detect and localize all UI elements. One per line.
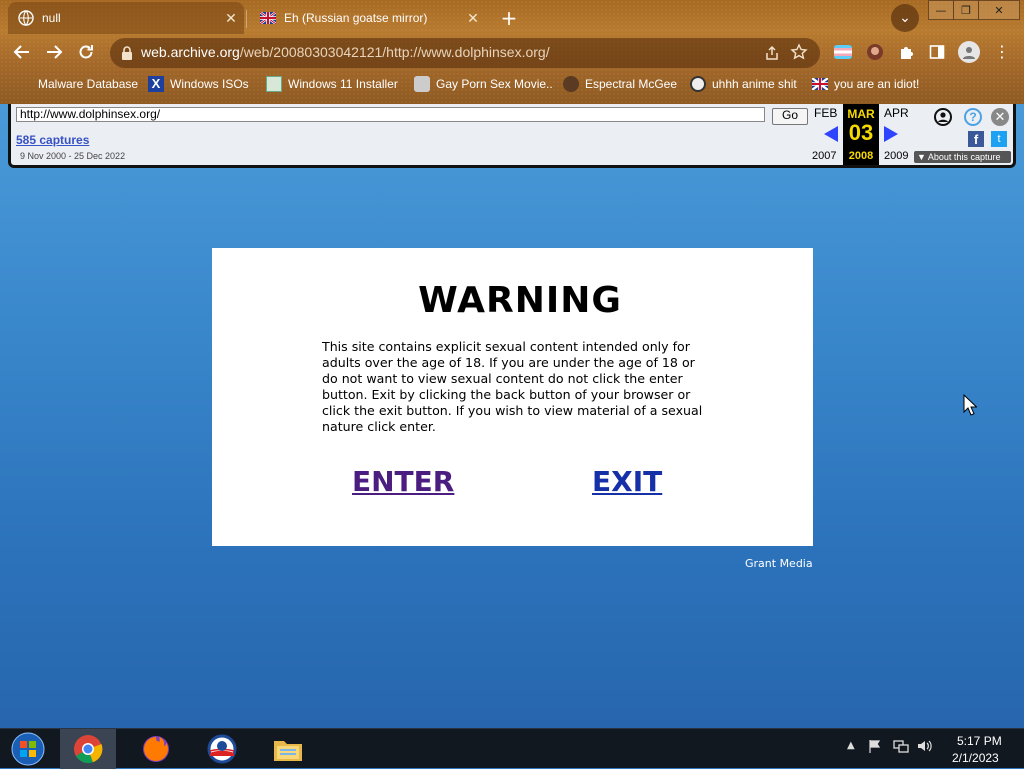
window-close-button[interactable]: ✕ [978,0,1020,20]
avatar-icon [563,76,579,92]
bookmark-label: Windows ISOs [170,77,249,91]
bookmark-you-are-an-idiot[interactable]: you are an idiot! [812,74,919,94]
extensions-puzzle-icon[interactable] [897,43,915,61]
show-hidden-icons-icon[interactable]: ▲ [847,740,855,751]
bookmark-label: Malware Database [38,77,139,91]
close-icon[interactable]: ✕ [464,9,482,27]
folder-icon [274,741,302,761]
share-icon[interactable] [764,45,780,61]
taskbar-explorer[interactable] [260,729,316,769]
next-month-label[interactable]: APR [884,106,909,120]
bookmark-windows-isos[interactable]: X Windows ISOs [148,74,249,94]
tab-divider [246,10,247,28]
prev-month-label[interactable]: FEB [814,106,837,120]
back-button[interactable] [10,40,34,64]
reload-icon [79,45,93,59]
installer-icon [266,76,282,92]
footer-credit: Grant Media [745,557,813,570]
url-host: web.archive.org [141,44,240,60]
bookmark-gay-porn[interactable]: Gay Porn Sex Movie.. [414,74,553,94]
minimize-button[interactable]: — [928,0,954,20]
uk-flag-icon [260,12,276,24]
forward-button[interactable] [42,40,66,64]
next-capture-arrow-icon[interactable] [884,126,898,142]
globe-icon [18,10,34,26]
warning-text: This site contains explicit sexual conte… [322,339,703,434]
volume-icon[interactable] [917,739,933,757]
profile-avatar[interactable] [958,41,980,63]
bookmark-windows-11-installer[interactable]: Windows 11 Installer [266,74,398,94]
clock-date[interactable]: 2/1/2023 [952,751,999,765]
sticker-icon [414,76,430,92]
capture-date-range: 9 Nov 2000 - 25 Dec 2022 [20,151,126,161]
bookmark-label: you are an idiot! [834,77,920,91]
captures-link[interactable]: 585 captures [16,133,89,147]
browser-chrome: null ✕ Eh (Russian goatse mirror) ✕ + ⌄ … [0,0,1024,104]
tab-russian-mirror[interactable]: Eh (Russian goatse mirror) ✕ [250,2,486,34]
star-icon[interactable] [790,43,808,61]
current-month: MAR [847,107,875,121]
url-path: /web/20080303042121/http://www.dolphinse… [239,44,550,60]
user-icon [963,47,975,59]
current-day: 03 [848,120,874,145]
uk-flag-icon [812,78,828,90]
side-panel-icon[interactable] [928,43,946,61]
bookmark-anime[interactable]: uhhh anime shit [690,74,797,94]
wayback-url-input[interactable] [16,107,765,122]
warning-title: WARNING [418,280,622,321]
maximize-button[interactable]: ❐ [953,0,979,20]
start-button[interactable] [4,729,52,769]
extension-avatar-icon[interactable] [866,43,884,61]
new-tab-button[interactable]: + [496,6,522,30]
taskbar-chrome[interactable] [60,729,116,769]
bookmark-espectral-mcgee[interactable]: Espectral McGee [563,74,677,94]
taskbar: ▲ 5:17 PM 2/1/2023 [0,728,1024,769]
mouse-cursor-icon [963,394,977,416]
firefox-icon [143,736,169,762]
tab-null[interactable]: null ✕ [8,2,244,34]
start-orb-icon [11,732,45,766]
url-text: web.archive.org/web/20080303042121/http:… [141,44,550,60]
chrome-icon [74,735,103,764]
reload-button[interactable] [74,40,98,64]
prev-year-label[interactable]: 2007 [812,150,836,162]
tab-title: Eh (Russian goatse mirror) [284,11,428,25]
arrow-left-icon [13,45,29,59]
facebook-icon[interactable]: f [968,131,984,147]
help-icon[interactable]: ? [964,108,982,126]
anime-icon [690,76,706,92]
enter-link[interactable]: ENTER [352,465,454,498]
wayback-go-button[interactable]: Go [772,108,808,125]
wayback-user-icon[interactable] [934,108,952,126]
obama-logo-icon [207,734,237,764]
prev-capture-arrow-icon[interactable] [824,126,838,142]
wayback-close-icon[interactable]: ✕ [991,108,1009,126]
action-center-flag-icon[interactable] [868,739,882,757]
wayback-toolbar: Go 585 captures 9 Nov 2000 - 25 Dec 2022… [8,104,1016,168]
bookmark-malware-database[interactable]: Malware Database [38,74,138,94]
address-bar[interactable]: web.archive.org/web/20080303042121/http:… [110,38,820,68]
network-icon[interactable] [893,739,909,757]
clock-time[interactable]: 5:17 PM [957,734,1002,748]
bookmark-label: Espectral McGee [585,77,678,91]
about-capture-button[interactable]: ▼ About this capture [914,151,1011,163]
x-icon: X [148,76,164,92]
taskbar-firefox[interactable] [128,729,184,769]
current-capture-date: MAR 03 2008 [843,104,879,165]
current-year: 2008 [848,150,874,162]
next-year-label[interactable]: 2009 [884,150,908,162]
bookmark-label: uhhh anime shit [712,77,797,91]
taskbar-ie[interactable] [194,729,250,769]
twitter-icon[interactable]: t [991,131,1007,147]
menu-dots-icon[interactable]: ⋮ [994,42,1010,61]
extension-flag-icon[interactable] [834,43,852,61]
arrow-right-icon [47,45,63,59]
bookmark-label: Gay Porn Sex Movie.. [436,77,553,91]
tab-title: null [42,11,61,25]
lock-icon [122,46,132,60]
tab-search-button[interactable]: ⌄ [891,4,919,32]
exit-link[interactable]: EXIT [592,465,662,498]
bookmark-label: Windows 11 Installer [288,77,398,91]
close-icon[interactable]: ✕ [222,9,240,27]
